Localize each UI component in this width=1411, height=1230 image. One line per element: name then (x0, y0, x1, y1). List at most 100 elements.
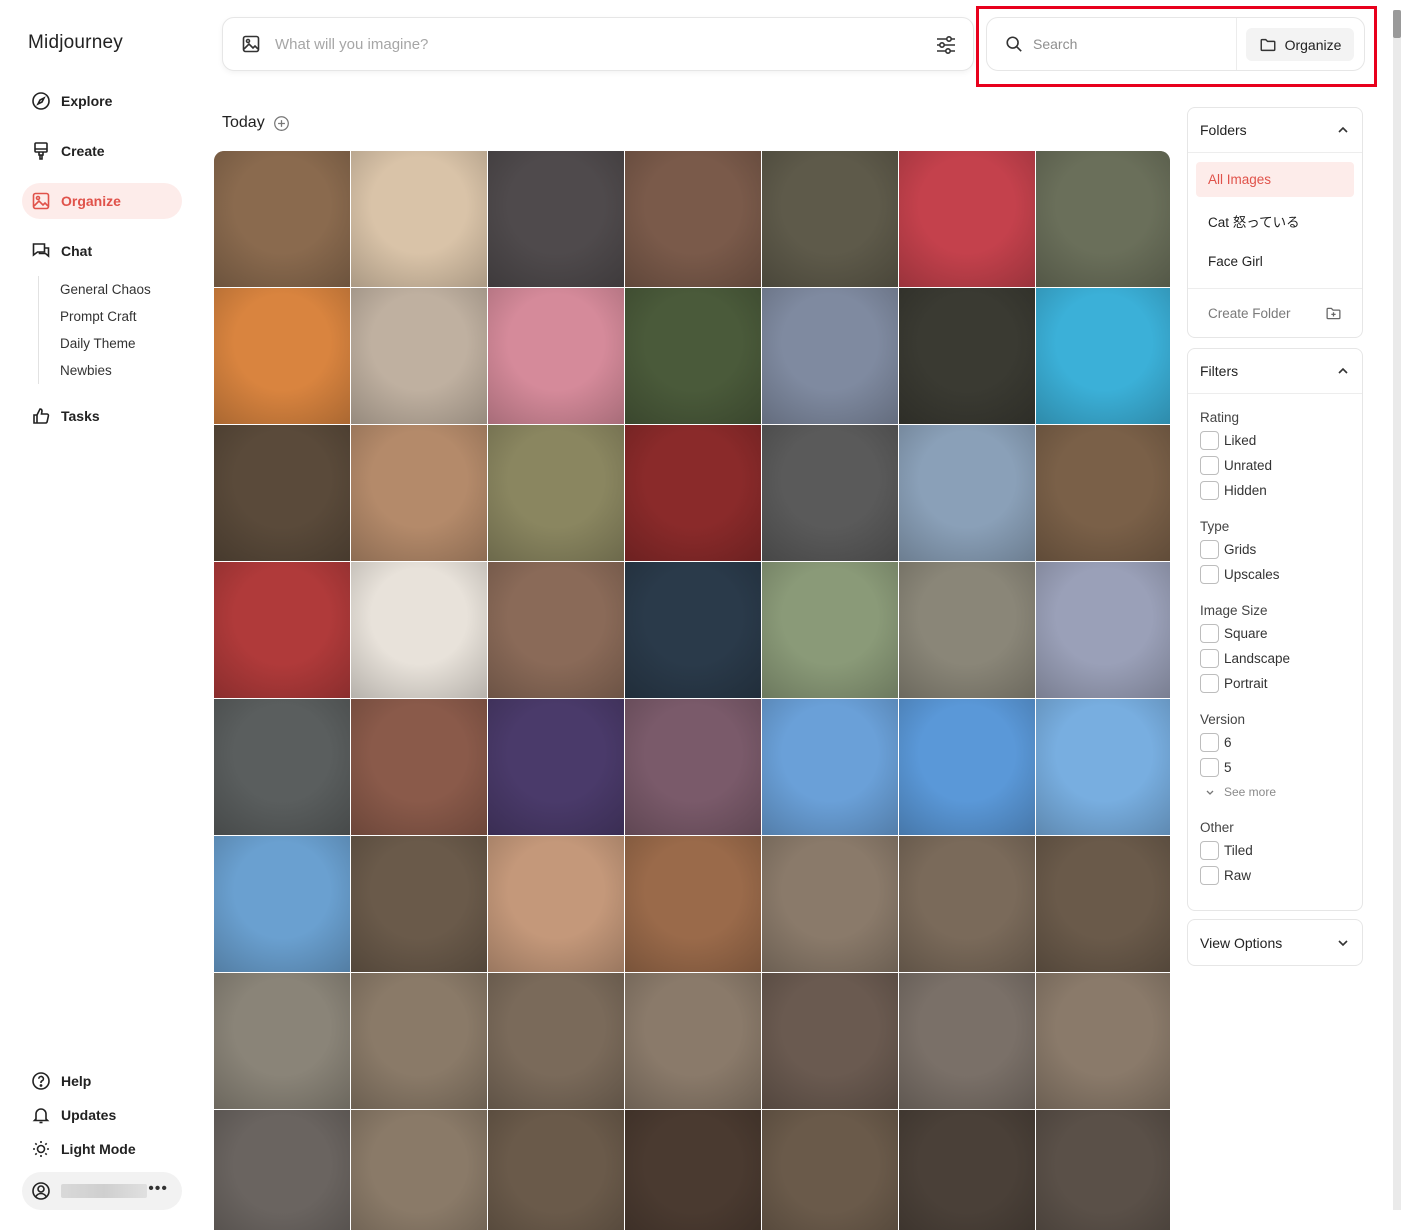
gallery-image-thumbnail[interactable] (351, 425, 487, 561)
folders-header[interactable]: Folders (1188, 108, 1362, 153)
gallery-image-thumbnail[interactable] (351, 699, 487, 835)
gallery-image-thumbnail[interactable] (762, 973, 898, 1109)
gallery-image-thumbnail[interactable] (351, 562, 487, 698)
gallery-image-thumbnail[interactable] (625, 699, 761, 835)
channel-prompt-craft[interactable]: Prompt Craft (60, 303, 151, 330)
gallery-image-thumbnail[interactable] (899, 699, 1035, 835)
checkbox[interactable] (1200, 866, 1219, 885)
gallery-image-thumbnail[interactable] (762, 288, 898, 424)
gallery-image-thumbnail[interactable] (762, 562, 898, 698)
updates-link[interactable]: Updates (22, 1098, 182, 1132)
gallery-image-thumbnail[interactable] (351, 836, 487, 972)
gallery-image-thumbnail[interactable] (625, 836, 761, 972)
gallery-image-thumbnail[interactable] (351, 151, 487, 287)
folder-item-cat[interactable]: Cat 怒っている (1196, 203, 1354, 238)
gallery-image-thumbnail[interactable] (488, 1110, 624, 1230)
filter-option-upscales[interactable]: Upscales (1200, 562, 1362, 587)
gallery-image-thumbnail[interactable] (1036, 562, 1170, 698)
gallery-image-thumbnail[interactable] (214, 699, 350, 835)
filter-option-portrait[interactable]: Portrait (1200, 671, 1362, 696)
gallery-image-thumbnail[interactable] (351, 973, 487, 1109)
add-circle-icon[interactable] (273, 115, 290, 132)
gallery-image-thumbnail[interactable] (625, 288, 761, 424)
gallery-image-thumbnail[interactable] (488, 836, 624, 972)
help-link[interactable]: Help (22, 1064, 182, 1098)
gallery-image-thumbnail[interactable] (1036, 425, 1170, 561)
filters-header[interactable]: Filters (1188, 349, 1362, 394)
gallery-image-thumbnail[interactable] (1036, 1110, 1170, 1230)
checkbox[interactable] (1200, 758, 1219, 777)
gallery-image-thumbnail[interactable] (214, 973, 350, 1109)
gallery-image-thumbnail[interactable] (1036, 836, 1170, 972)
checkbox[interactable] (1200, 540, 1219, 559)
gallery-image-thumbnail[interactable] (214, 288, 350, 424)
gallery-image-thumbnail[interactable] (762, 699, 898, 835)
filter-option-square[interactable]: Square (1200, 621, 1362, 646)
see-more-button[interactable]: See more (1200, 780, 1362, 804)
gallery-image-thumbnail[interactable] (1036, 288, 1170, 424)
gallery-image-thumbnail[interactable] (351, 1110, 487, 1230)
gallery-image-thumbnail[interactable] (214, 425, 350, 561)
channel-general-chaos[interactable]: General Chaos (60, 276, 151, 303)
nav-item-create[interactable]: Create (22, 133, 182, 169)
gallery-image-thumbnail[interactable] (762, 425, 898, 561)
gallery-image-thumbnail[interactable] (1036, 973, 1170, 1109)
gallery-image-thumbnail[interactable] (488, 973, 624, 1109)
gallery-image-thumbnail[interactable] (214, 562, 350, 698)
filter-option-raw[interactable]: Raw (1200, 863, 1362, 888)
light-mode-toggle[interactable]: Light Mode (22, 1132, 182, 1166)
scrollbar-thumb[interactable] (1393, 10, 1401, 38)
checkbox[interactable] (1200, 649, 1219, 668)
gallery-image-thumbnail[interactable] (762, 1110, 898, 1230)
gallery-image-thumbnail[interactable] (899, 151, 1035, 287)
scrollbar[interactable] (1393, 10, 1401, 1210)
filter-option-landscape[interactable]: Landscape (1200, 646, 1362, 671)
brand-logo[interactable]: Midjourney (28, 32, 123, 54)
gallery-image-thumbnail[interactable] (625, 562, 761, 698)
gallery-image-thumbnail[interactable] (214, 836, 350, 972)
checkbox[interactable] (1200, 674, 1219, 693)
folder-item-all-images[interactable]: All Images (1196, 162, 1354, 197)
checkbox[interactable] (1200, 841, 1219, 860)
gallery-image-thumbnail[interactable] (625, 151, 761, 287)
gallery-image-thumbnail[interactable] (625, 1110, 761, 1230)
checkbox[interactable] (1200, 456, 1219, 475)
filter-option-tiled[interactable]: Tiled (1200, 838, 1362, 863)
channel-daily-theme[interactable]: Daily Theme (60, 330, 151, 357)
gallery-image-thumbnail[interactable] (488, 151, 624, 287)
channel-newbies[interactable]: Newbies (60, 357, 151, 384)
gallery-image-thumbnail[interactable] (625, 973, 761, 1109)
nav-item-chat[interactable]: Chat (22, 233, 182, 269)
gallery-image-thumbnail[interactable] (1036, 699, 1170, 835)
gallery-image-thumbnail[interactable] (625, 425, 761, 561)
nav-item-explore[interactable]: Explore (22, 83, 182, 119)
checkbox[interactable] (1200, 481, 1219, 500)
gallery-image-thumbnail[interactable] (351, 288, 487, 424)
user-menu[interactable]: ••• (22, 1172, 182, 1210)
filter-option-liked[interactable]: Liked (1200, 428, 1362, 453)
filter-option-version-6[interactable]: 6 (1200, 730, 1362, 755)
filter-option-unrated[interactable]: Unrated (1200, 453, 1362, 478)
gallery-image-thumbnail[interactable] (488, 425, 624, 561)
gallery-image-thumbnail[interactable] (214, 151, 350, 287)
gallery-image-thumbnail[interactable] (899, 973, 1035, 1109)
gallery-image-thumbnail[interactable] (899, 562, 1035, 698)
checkbox[interactable] (1200, 431, 1219, 450)
gallery-image-thumbnail[interactable] (488, 562, 624, 698)
gallery-image-thumbnail[interactable] (488, 288, 624, 424)
view-options-header[interactable]: View Options (1188, 920, 1362, 965)
nav-item-tasks[interactable]: Tasks (22, 398, 182, 434)
more-dots-icon[interactable]: ••• (148, 1180, 168, 1198)
gallery-image-thumbnail[interactable] (899, 425, 1035, 561)
gallery-image-thumbnail[interactable] (214, 1110, 350, 1230)
gallery-image-thumbnail[interactable] (899, 1110, 1035, 1230)
gallery-image-thumbnail[interactable] (762, 151, 898, 287)
checkbox[interactable] (1200, 624, 1219, 643)
create-folder-button[interactable]: Create Folder (1188, 288, 1362, 338)
gallery-image-thumbnail[interactable] (899, 836, 1035, 972)
nav-item-organize[interactable]: Organize (22, 183, 182, 219)
prompt-input[interactable] (275, 35, 915, 53)
filter-option-hidden[interactable]: Hidden (1200, 478, 1362, 503)
folder-item-face-girl[interactable]: Face Girl (1196, 244, 1354, 279)
checkbox[interactable] (1200, 733, 1219, 752)
